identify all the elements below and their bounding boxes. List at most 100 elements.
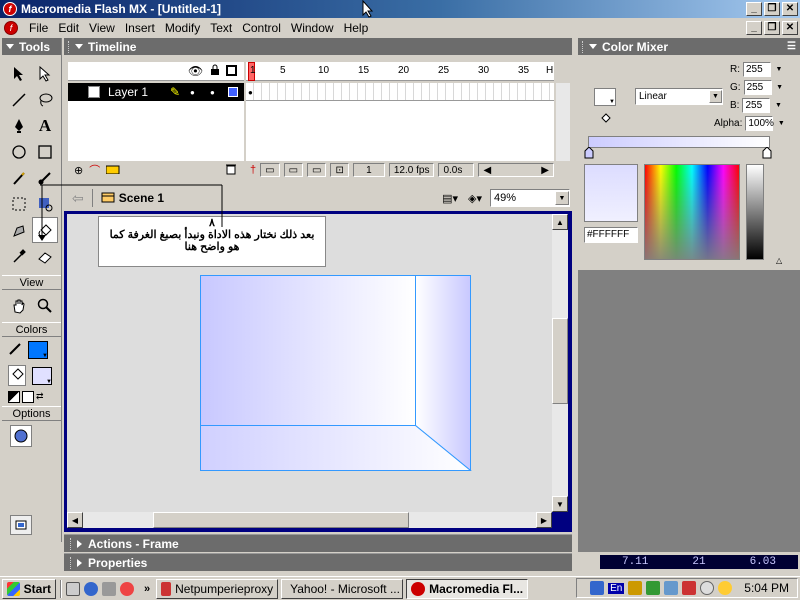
tray-icon-6[interactable] bbox=[700, 581, 715, 595]
zoom-tool-icon[interactable] bbox=[32, 293, 58, 319]
lock-icon[interactable] bbox=[210, 64, 220, 79]
doc-minimize-button[interactable]: _ bbox=[746, 21, 762, 35]
fill-style-select[interactable]: Linear ▼ bbox=[635, 88, 723, 105]
gradient-pointer-right-icon[interactable] bbox=[762, 146, 772, 162]
scroll-right-icon[interactable]: ▶ bbox=[536, 512, 552, 528]
back-wall[interactable] bbox=[200, 275, 416, 426]
ie-icon[interactable] bbox=[84, 581, 98, 596]
tools-footer-icon[interactable] bbox=[10, 515, 32, 535]
edit-multiple-icon[interactable]: ▭ bbox=[307, 163, 327, 177]
restore-button[interactable]: ❐ bbox=[764, 2, 780, 16]
gradient-pointer-left-icon[interactable] bbox=[584, 146, 594, 162]
media-icon[interactable] bbox=[120, 581, 134, 596]
no-color-icon[interactable] bbox=[22, 391, 34, 403]
gradient-bar[interactable] bbox=[588, 136, 770, 148]
room-drawing[interactable] bbox=[200, 275, 472, 471]
color-spectrum[interactable] bbox=[644, 164, 740, 260]
add-guide-icon[interactable]: ⌒ bbox=[89, 162, 100, 178]
task-yahoo[interactable]: Yahoo! - Microsoft ... bbox=[281, 578, 404, 599]
swap-colors-icon[interactable]: ⇄ bbox=[36, 391, 48, 403]
zoom-select[interactable]: 49% ▼ bbox=[490, 189, 570, 207]
green-slider-arrow[interactable]: ▼ bbox=[775, 80, 785, 95]
menu-file[interactable]: File bbox=[24, 21, 53, 35]
hex-input[interactable]: #FFFFFF bbox=[584, 227, 638, 243]
arrow-tool-icon[interactable] bbox=[6, 61, 32, 87]
fill-swatch-button[interactable]: ▼ bbox=[594, 88, 616, 106]
red-slider-arrow[interactable]: ▼ bbox=[774, 62, 784, 77]
timeline-header[interactable]: Timeline bbox=[64, 38, 572, 55]
lock-dot[interactable]: ● bbox=[210, 88, 228, 97]
tray-icon-7[interactable] bbox=[718, 581, 733, 595]
tray-icon-3[interactable] bbox=[646, 581, 661, 595]
menu-edit[interactable]: Edit bbox=[53, 21, 84, 35]
rectangle-tool-icon[interactable] bbox=[32, 139, 58, 165]
doc-restore-button[interactable]: ❐ bbox=[764, 21, 780, 35]
onion-skin-icon[interactable]: ▭ bbox=[260, 163, 280, 177]
menu-help[interactable]: Help bbox=[339, 21, 374, 35]
edit-scene-icon[interactable]: ▤▾ bbox=[442, 192, 458, 205]
more-icon[interactable]: » bbox=[144, 583, 150, 595]
task-netpumper[interactable]: Netpumperieproxy bbox=[156, 578, 279, 599]
close-button[interactable]: ✕ bbox=[782, 2, 798, 16]
minimize-button[interactable]: _ bbox=[746, 2, 762, 16]
menu-control[interactable]: Control bbox=[237, 21, 286, 35]
green-input[interactable]: 255 bbox=[743, 80, 772, 95]
task-flash[interactable]: Macromedia Fl... bbox=[406, 578, 529, 599]
eye-icon[interactable]: 👁 bbox=[188, 64, 203, 78]
blue-slider-arrow[interactable]: ▼ bbox=[773, 98, 783, 113]
blue-input[interactable]: 255 bbox=[742, 98, 771, 113]
tray-icon-4[interactable] bbox=[664, 581, 679, 595]
scroll-up-icon[interactable]: ▲ bbox=[552, 214, 568, 230]
insert-folder-icon[interactable] bbox=[105, 164, 120, 177]
ruler-menu[interactable]: H bbox=[546, 65, 553, 76]
lasso-tool-icon[interactable] bbox=[32, 87, 58, 113]
keyframe-dot[interactable]: ● bbox=[248, 88, 253, 97]
outline-icon[interactable] bbox=[226, 65, 237, 76]
stage-hscroll[interactable]: ◀ ▶ bbox=[67, 512, 552, 528]
visibility-dot[interactable]: ● bbox=[190, 88, 210, 97]
menu-text[interactable]: Text bbox=[205, 21, 237, 35]
pencil-tool-icon[interactable] bbox=[6, 165, 32, 191]
onion-markers-icon[interactable]: ⊡ bbox=[330, 163, 349, 177]
brightness-bar[interactable] bbox=[746, 164, 764, 260]
stage-vscroll[interactable]: ▲ ▼ bbox=[552, 214, 568, 512]
fill-color-swatch[interactable]: ▼ bbox=[32, 366, 52, 385]
black-white-icon[interactable] bbox=[8, 391, 20, 403]
color-mixer-header[interactable]: Color Mixer ☰ bbox=[578, 38, 800, 55]
menu-view[interactable]: View bbox=[84, 21, 120, 35]
layer-row[interactable]: Layer 1 ✎ ● ● bbox=[68, 83, 244, 101]
vscroll-thumb[interactable] bbox=[552, 318, 568, 404]
pen-tool-icon[interactable] bbox=[6, 113, 32, 139]
alpha-slider-arrow[interactable]: ▼ bbox=[776, 116, 786, 131]
center-frame-icon[interactable]: † bbox=[250, 164, 256, 176]
delete-layer-icon[interactable] bbox=[226, 163, 236, 178]
show-desktop-icon[interactable] bbox=[66, 581, 80, 596]
language-indicator[interactable]: En bbox=[608, 582, 625, 594]
alpha-input[interactable]: 100% bbox=[745, 116, 774, 131]
brightness-pointer-icon[interactable]: △ bbox=[776, 256, 782, 265]
doc-close-button[interactable]: ✕ bbox=[782, 21, 798, 35]
edit-symbol-icon[interactable]: ◈▾ bbox=[468, 192, 482, 205]
onion-outline-icon[interactable]: ▭ bbox=[283, 163, 304, 177]
ink-bottle-tool-icon[interactable] bbox=[6, 217, 32, 243]
actions-panel-header[interactable]: Actions - Frame bbox=[64, 534, 572, 552]
hscroll-thumb[interactable] bbox=[153, 512, 409, 528]
timeline-hscroll[interactable]: ◀ ▶ bbox=[478, 163, 554, 177]
scroll-down-icon[interactable]: ▼ bbox=[552, 496, 568, 512]
tray-icon-1[interactable] bbox=[590, 581, 605, 595]
tray-icon-2[interactable] bbox=[628, 581, 643, 595]
outline-color-square[interactable] bbox=[228, 87, 238, 97]
menu-window[interactable]: Window bbox=[286, 21, 339, 35]
frame-cells[interactable]: ● bbox=[246, 83, 554, 101]
free-transform-tool-icon[interactable] bbox=[6, 191, 32, 217]
red-input[interactable]: 255 bbox=[743, 62, 771, 77]
tray-icon-5[interactable] bbox=[682, 581, 697, 595]
eyedropper-tool-icon[interactable] bbox=[6, 243, 32, 269]
scroll-left-icon[interactable]: ◀ bbox=[67, 512, 83, 528]
document-icon[interactable]: f bbox=[4, 21, 18, 35]
text-tool-icon[interactable]: A bbox=[32, 113, 58, 139]
layer-name[interactable]: Layer 1 bbox=[108, 85, 170, 99]
subselect-tool-icon[interactable] bbox=[32, 61, 58, 87]
panel-options-icon[interactable]: ☰ bbox=[787, 41, 796, 52]
timeline-vscroll[interactable] bbox=[556, 83, 570, 161]
